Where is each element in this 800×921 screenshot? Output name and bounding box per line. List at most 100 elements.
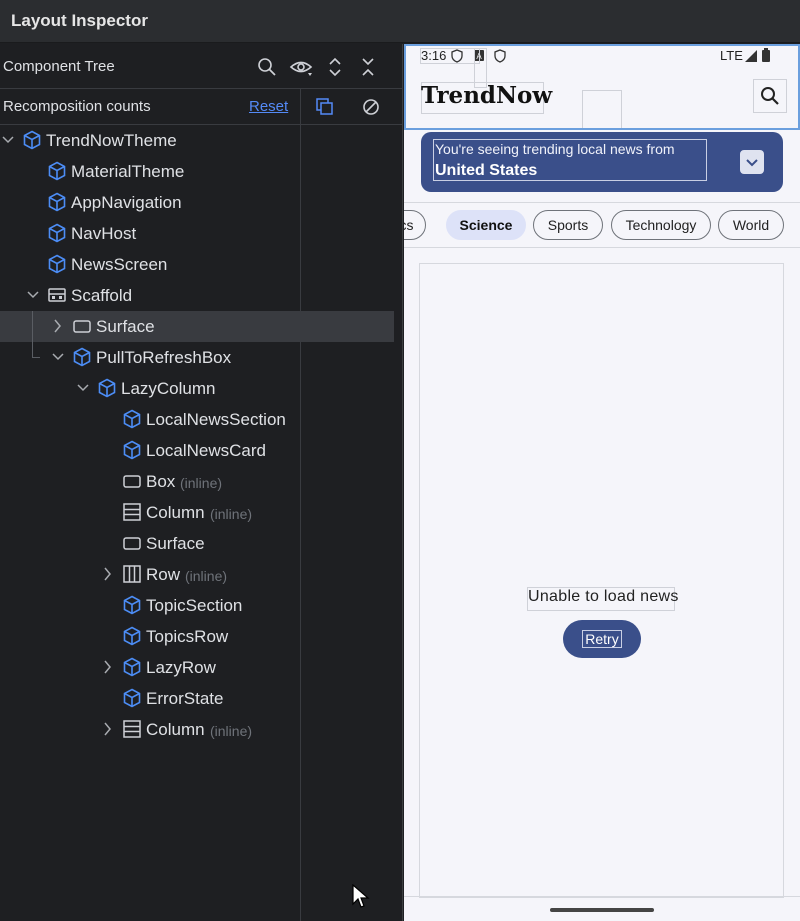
topic-chip[interactable]: Science: [446, 210, 526, 240]
tree-node[interactable]: TrendNowTheme: [0, 125, 394, 156]
topic-chips-row: ics ScienceSports TechnologyWorld: [404, 206, 800, 246]
surface-icon: [73, 320, 91, 333]
recomposition-counts-bar: Recomposition counts Reset: [0, 89, 402, 125]
retry-button[interactable]: Retry: [563, 620, 641, 658]
topic-chip[interactable]: World: [718, 210, 784, 240]
column-icon: [123, 720, 141, 738]
title-bar: Layout Inspector: [0, 0, 800, 43]
surface-icon: [123, 537, 141, 550]
box-icon: [123, 475, 141, 488]
retry-label: Retry: [582, 630, 622, 648]
tree-node-label: MaterialTheme: [71, 162, 185, 181]
compose-cube-icon: [123, 595, 141, 615]
tree-node-label: TrendNowTheme: [46, 131, 177, 150]
device-preview: 3:16 A LTE TrendNow You're seeing trendi…: [404, 44, 800, 921]
tree-node-label: Scaffold: [71, 286, 133, 305]
tree-node[interactable]: LocalNewsCard: [0, 435, 394, 466]
inline-suffix: (inline): [185, 568, 228, 584]
app-search-button[interactable]: [753, 79, 787, 113]
tree-node-label: Row: [146, 565, 181, 584]
component-tree-header: Component Tree: [0, 44, 402, 89]
search-icon[interactable]: [256, 56, 278, 78]
divider: [404, 896, 800, 897]
tree-node[interactable]: MaterialTheme: [0, 156, 394, 187]
reset-link[interactable]: Reset: [249, 98, 288, 115]
divider: [404, 202, 800, 203]
compose-cube-icon: [123, 657, 141, 677]
inline-suffix: (inline): [210, 506, 253, 522]
tree-node[interactable]: LazyRow: [0, 652, 394, 683]
chevron-right-icon[interactable]: [102, 660, 114, 674]
tree-node[interactable]: Box (inline): [0, 466, 394, 497]
compose-cube-icon: [48, 223, 66, 243]
divider: [404, 247, 800, 248]
chevron-down-icon[interactable]: [27, 288, 39, 302]
tree-node-label: LocalNewsCard: [146, 441, 266, 460]
news-list-area: [419, 263, 784, 898]
tree-node-label: Column: [146, 720, 205, 739]
tree-node[interactable]: Column (inline): [0, 714, 394, 745]
chevron-down-icon[interactable]: [2, 133, 14, 147]
compose-cube-icon: [98, 378, 116, 398]
compose-cube-icon: [123, 688, 141, 708]
chevron-down-icon[interactable]: [77, 381, 89, 395]
chevron-right-icon[interactable]: [102, 722, 114, 736]
chevron-right-icon[interactable]: [102, 567, 114, 581]
tree-node[interactable]: ErrorState: [0, 683, 394, 714]
app-title: TrendNow: [421, 82, 553, 109]
component-tree: TrendNowTheme MaterialTheme AppNavigation N…: [0, 125, 394, 745]
inline-suffix: (inline): [180, 475, 223, 491]
tree-node-label: ErrorState: [146, 689, 224, 708]
tree-node[interactable]: TopicsRow: [0, 621, 394, 652]
tree-node[interactable]: Surface: [0, 311, 394, 342]
tree-node-label: LazyColumn: [121, 379, 216, 398]
tree-node[interactable]: LocalNewsSection: [0, 404, 394, 435]
window-title: Layout Inspector: [11, 11, 148, 30]
tree-node-label: AppNavigation: [71, 193, 182, 212]
copy-icon[interactable]: [313, 96, 335, 118]
column-icon: [123, 503, 141, 521]
tree-node-label: LocalNewsSection: [146, 410, 286, 429]
eye-icon[interactable]: [289, 56, 313, 78]
tree-node[interactable]: TopicSection: [0, 590, 394, 621]
banner-text: You're seeing trending local news from: [435, 141, 675, 157]
tree-node-label: Surface: [146, 534, 205, 553]
component-tree-label: Component Tree: [3, 58, 115, 75]
chevron-down-icon[interactable]: [52, 350, 64, 364]
compose-cube-icon: [23, 130, 41, 150]
chevron-right-icon[interactable]: [52, 319, 64, 333]
tree-node-label: TopicsRow: [146, 627, 229, 646]
tree-node-label: NewsScreen: [71, 255, 168, 274]
tree-guide-line: [32, 311, 33, 357]
chevron-down-icon: [746, 159, 758, 167]
tree-node[interactable]: Row (inline): [0, 559, 394, 590]
tree-guide-line: [32, 357, 40, 358]
tree-node-label: LazyRow: [146, 658, 216, 677]
error-message: Unable to load news: [528, 588, 679, 605]
topic-chip[interactable]: Sports: [533, 210, 603, 240]
tree-node-label: Box: [146, 472, 176, 491]
disable-icon[interactable]: [360, 96, 382, 118]
tree-node[interactable]: NewsScreen: [0, 249, 394, 280]
banner-country: United States: [435, 162, 538, 179]
tree-node[interactable]: AppNavigation: [0, 187, 394, 218]
topic-chip[interactable]: Technology: [611, 210, 711, 240]
tree-node-label: NavHost: [71, 224, 137, 243]
collapse-all-icon[interactable]: [357, 56, 379, 78]
country-dropdown-button[interactable]: [740, 150, 764, 174]
gesture-nav-handle[interactable]: [550, 908, 654, 912]
tree-node[interactable]: Column (inline): [0, 497, 394, 528]
compose-cube-icon: [48, 254, 66, 274]
tree-node[interactable]: LazyColumn: [0, 373, 394, 404]
tree-node-label: Column: [146, 503, 205, 522]
topic-chip[interactable]: ics: [404, 210, 426, 240]
tree-node[interactable]: Scaffold: [0, 280, 394, 311]
row-icon: [123, 565, 141, 583]
expand-all-icon[interactable]: [324, 56, 346, 78]
tree-node[interactable]: PullToRefreshBox: [0, 342, 394, 373]
tree-node[interactable]: NavHost: [0, 218, 394, 249]
tree-node[interactable]: Surface: [0, 528, 394, 559]
tree-node-label: Surface: [96, 317, 155, 336]
column-divider: [300, 89, 301, 125]
search-icon: [761, 87, 779, 105]
